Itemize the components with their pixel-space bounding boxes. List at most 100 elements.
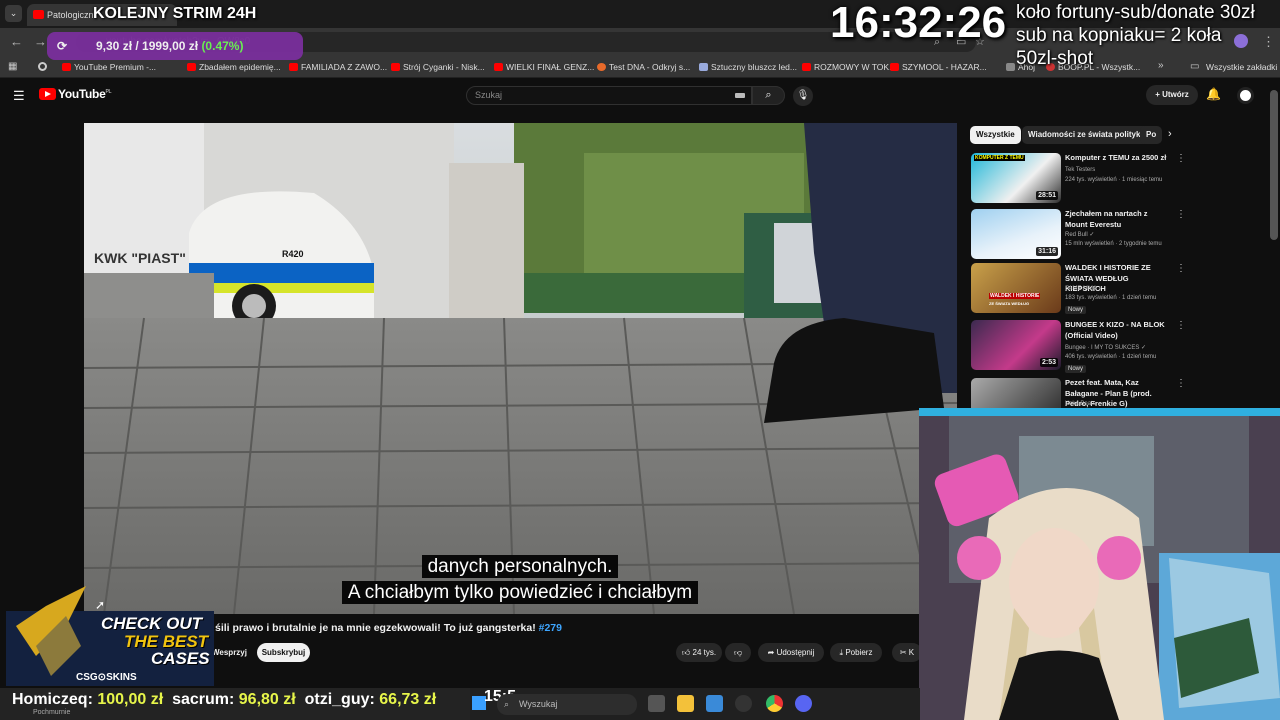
thumbnail-text: WALDEK I HISTORIE xyxy=(989,293,1041,299)
chip-all[interactable]: Wszystkie xyxy=(970,126,1021,144)
subscribe-button[interactable]: Subskrybuj xyxy=(257,643,310,662)
taskbar-search[interactable]: ⌕ Wyszukaj xyxy=(497,694,637,715)
forward-icon[interactable]: → xyxy=(34,28,47,56)
recommendation-title: Zjechałem na nartach z Mount Everestu xyxy=(1065,209,1148,229)
share-button[interactable]: ➦ Udostępnij xyxy=(758,643,824,662)
youtube-favicon-icon xyxy=(62,63,71,71)
file-explorer-icon[interactable] xyxy=(677,695,694,712)
bell-icon[interactable]: 🔔 xyxy=(1206,87,1221,101)
recommendation-channel: FAME MMA ✓ xyxy=(1065,286,1104,292)
recommendation-channel: Bungee · I MY TO SUKCES ✓ xyxy=(1065,345,1147,351)
search-button[interactable]: ⌕ xyxy=(752,86,785,105)
more-options-icon[interactable]: ⋮ xyxy=(1176,263,1186,274)
donation-goal-overlay: ⟳ 9,30 zł / 1999,00 zł (0.47%) xyxy=(47,32,303,60)
ticker-name: sacrum: xyxy=(172,691,235,708)
apps-grid-icon[interactable]: ▦ xyxy=(8,61,17,72)
car-plate: R420 xyxy=(282,249,304,259)
verified-icon: ✓ xyxy=(1141,345,1147,351)
chip-politics[interactable]: Wiadomości ze świata polityki xyxy=(1022,126,1149,144)
recommendation-meta: 15 mln wyświetleń · 2 tygodnie temu xyxy=(1065,241,1162,247)
search-icon: ⌕ xyxy=(765,89,772,101)
youtube-favicon-icon xyxy=(187,63,196,71)
bookmark-item[interactable]: FAMILIADA Z ZAWO... xyxy=(289,56,387,78)
banner-text: KWK "PIAST" xyxy=(94,250,186,266)
clip-button[interactable]: ✂ K xyxy=(892,643,922,662)
chip-more[interactable]: Po xyxy=(1140,126,1163,144)
stream-title: KOLEJNY STRIM 24H xyxy=(93,5,257,22)
youtube-favicon-icon xyxy=(494,63,503,71)
video-title: śili prawo i brutalnie je na mnie egzekw… xyxy=(215,622,562,634)
donate-line: sub na kopniaku= 2 koła xyxy=(1016,25,1222,46)
recommendation-item[interactable]: 31:16 Zjechałem na nartach z Mount Evere… xyxy=(971,209,1271,261)
recommendation-item[interactable]: WALDEK I HISTORIE ZE ŚWIATA WEDŁUG WALDEK… xyxy=(971,263,1271,315)
verified-icon: ✓ xyxy=(1098,286,1104,292)
donate-line: 50zl-shot xyxy=(1016,48,1094,69)
scissors-icon: ✂ xyxy=(899,648,907,657)
recommendation-item[interactable]: KOMPUTER Z TEMU 28:51 Komputer z TEMU za … xyxy=(971,153,1271,205)
youtube-logo[interactable]: YouTubePL xyxy=(39,87,112,101)
more-options-icon[interactable]: ⋮ xyxy=(1176,209,1186,220)
back-icon[interactable]: ← xyxy=(10,28,23,56)
hamburger-menu-icon[interactable]: ☰ xyxy=(13,88,25,104)
store-icon[interactable] xyxy=(706,695,723,712)
thumbnail: KOMPUTER Z TEMU 28:51 xyxy=(971,153,1061,203)
youtube-favicon-icon xyxy=(890,63,899,71)
keyboard-icon[interactable] xyxy=(735,93,745,98)
new-badge: Nowy xyxy=(1065,365,1087,373)
weather-label: Pochmurnie xyxy=(33,709,71,716)
chevron-right-icon[interactable]: › xyxy=(1168,128,1172,140)
thumbnail-text: KOMPUTER Z TEMU xyxy=(974,155,1025,161)
bookmark-item[interactable]: Strój Cyganki - Nisk... xyxy=(391,56,485,78)
bookmark-item[interactable]: ROZMOWY W TOK... xyxy=(802,56,896,78)
more-options-icon[interactable]: ⋮ xyxy=(1176,153,1186,164)
tab-title: Patologiczni xyxy=(47,10,96,20)
tab-search-button[interactable]: ⌄ xyxy=(5,5,22,22)
mouse-cursor-icon: ➚ xyxy=(95,598,106,612)
download-button[interactable]: ⤓ Pobierz xyxy=(830,643,882,662)
dislike-button[interactable]: 👎︎ xyxy=(725,643,751,662)
bookmark-item[interactable]: Test DNA - Odkryj s... xyxy=(597,56,690,78)
scrollbar[interactable] xyxy=(1270,90,1278,240)
chrome-icon[interactable] xyxy=(38,62,47,71)
youtube-favicon-icon xyxy=(802,63,811,71)
recommendation-meta: 224 tys. wyświetleń · 1 miesiąc temu xyxy=(1065,177,1163,183)
video-player[interactable]: KWK "PIAST" R420 xyxy=(84,123,957,614)
obs-icon[interactable] xyxy=(735,695,752,712)
goal-total: 1999,00 zł xyxy=(142,39,199,53)
chrome-icon[interactable] xyxy=(766,695,783,712)
voice-search-button[interactable]: 🎙 xyxy=(793,86,813,106)
recommendation-channel: Koka Beats xyxy=(1065,401,1096,407)
ticker-name: otzi_guy: xyxy=(304,691,375,708)
bookmark-item[interactable]: WIELKI FINAŁ GENZ... xyxy=(494,56,594,78)
site-favicon-icon xyxy=(699,63,708,71)
ticker-amount: 96,80 zł xyxy=(238,691,296,708)
new-badge: Nowy xyxy=(1065,306,1087,314)
more-options-icon[interactable]: ⋮ xyxy=(1176,320,1186,331)
search-icon: ⌕ xyxy=(504,699,510,709)
goal-amount: 9,30 zł xyxy=(96,39,133,53)
more-options-icon[interactable]: ⋮ xyxy=(1176,378,1186,389)
donation-ticker: Homiczeq: 100,00 zł sacrum: 96,80 zł otz… xyxy=(0,688,475,720)
bookmark-item[interactable]: SZYMOOL - HAZAR... xyxy=(890,56,987,78)
site-favicon-icon xyxy=(597,63,606,71)
recommendation-item[interactable]: 2:53 BUNGEE X KIZO - NA BLOK (Official V… xyxy=(971,320,1271,373)
join-button[interactable]: Wesprzyj xyxy=(212,643,252,662)
create-button[interactable]: + Utwórz xyxy=(1146,85,1198,105)
recommendation-title: BUNGEE X KIZO - NA BLOK (Official Video) xyxy=(1065,320,1165,340)
bookmark-item[interactable]: Sztuczny bluszcz led... xyxy=(699,56,797,78)
like-button[interactable]: 👍︎ 24 tys. xyxy=(676,643,722,662)
search-input[interactable]: Szukaj xyxy=(466,86,752,105)
download-icon: ⤓ xyxy=(839,648,844,657)
recommendation-item[interactable]: Pezet feat. Mata, Kaz Bałagane - Plan B … xyxy=(971,378,1271,408)
ticker-amount: 66,73 zł xyxy=(379,691,437,708)
avatar[interactable] xyxy=(1237,87,1254,104)
promo-brand: CSG⊙SKINS xyxy=(76,672,137,683)
thumbnail: WALDEK I HISTORIE ZE ŚWIATA WEDŁUG xyxy=(971,263,1061,313)
duration-badge: 28:51 xyxy=(1036,191,1058,200)
recommendation-meta: 183 tys. wyświetleń · 1 dzień temu xyxy=(1065,295,1157,301)
discord-icon[interactable] xyxy=(795,695,812,712)
task-view-icon[interactable] xyxy=(648,695,665,712)
duration-badge: 2:53 xyxy=(1039,358,1058,367)
video-frame: KWK "PIAST" R420 xyxy=(84,123,957,614)
video-hashtag[interactable]: #279 xyxy=(539,622,562,634)
